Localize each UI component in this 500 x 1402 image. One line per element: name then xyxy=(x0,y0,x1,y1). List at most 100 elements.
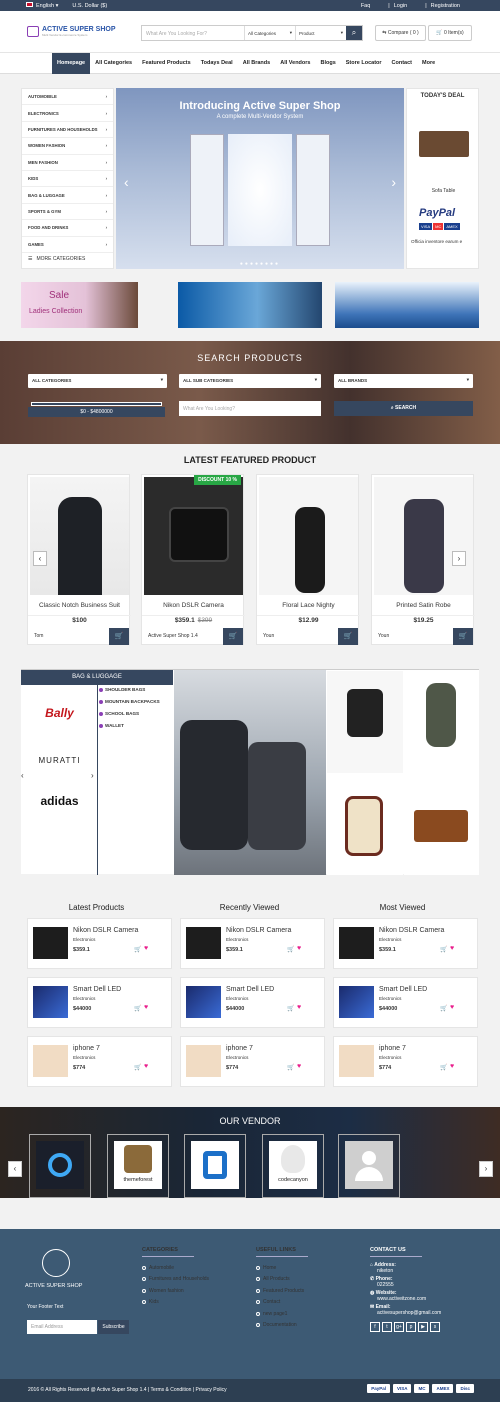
all-brands-select[interactable]: ALL BRANDS xyxy=(334,374,473,388)
footer-link[interactable]: Kids xyxy=(142,1297,209,1309)
deal-item-name[interactable]: Sofa Table xyxy=(407,188,480,194)
cart-icon[interactable]: 🛒 xyxy=(440,1064,447,1071)
vendor-card[interactable] xyxy=(184,1134,246,1198)
currency-selector[interactable]: U.S. Dollar ($) xyxy=(72,3,107,9)
sale-banner[interactable]: Sale Ladies Collection xyxy=(21,282,138,328)
product-vendor[interactable]: Tom xyxy=(34,633,43,639)
category-item[interactable]: FOOD AND DRINKS › xyxy=(22,220,113,237)
more-categories[interactable]: ☰ MORE CATEGORIES xyxy=(22,253,113,265)
search-button[interactable]: ⌕ xyxy=(346,26,362,40)
heart-icon[interactable]: ♥ xyxy=(297,1004,301,1011)
list-item[interactable]: Nikon DSLR Camera Electronics $359.1 🛒 ♥ xyxy=(333,918,478,969)
deal-item-name[interactable]: Officia inventore earum e xyxy=(411,239,477,244)
twitter-icon[interactable]: t xyxy=(382,1322,392,1332)
subcategory-link[interactable]: MOUNTAIN BACKPACKS xyxy=(99,699,160,704)
category-item[interactable]: KIDS › xyxy=(22,171,113,188)
footer-link[interactable]: All Products xyxy=(256,1274,308,1286)
product-image[interactable] xyxy=(374,477,473,595)
wallet-tile[interactable] xyxy=(404,774,479,875)
cart-icon[interactable]: 🛒 xyxy=(440,1005,447,1012)
heart-icon[interactable]: ♥ xyxy=(450,1004,454,1011)
category-select[interactable]: All Categories xyxy=(244,26,295,40)
category-item[interactable]: WOMEN FASHION › xyxy=(22,138,113,155)
tech-banner[interactable] xyxy=(178,282,322,328)
paypal-logo[interactable]: PayPal xyxy=(419,207,469,219)
category-item[interactable]: BAG & LUGGAGE › xyxy=(22,187,113,204)
footer-link[interactable]: new page1 xyxy=(256,1308,308,1320)
type-select[interactable]: Product xyxy=(295,26,346,40)
search-products-button[interactable]: ⌕ SEARCH xyxy=(334,401,473,416)
website-value[interactable]: www.activeitzone.com xyxy=(377,1296,441,1302)
nav-featured-products[interactable]: Featured Products xyxy=(137,53,196,74)
registration-link[interactable]: Registration xyxy=(431,3,460,9)
brand-prev-arrow[interactable]: ‹ xyxy=(21,771,24,780)
vendor-prev-arrow[interactable]: ‹ xyxy=(8,1161,22,1177)
product-image[interactable] xyxy=(144,477,243,595)
vendor-next-arrow[interactable]: › xyxy=(479,1161,493,1177)
product-name[interactable]: Printed Satin Robe xyxy=(372,596,475,616)
hiking-backpack-tile[interactable] xyxy=(404,671,479,773)
heart-icon[interactable]: ♥ xyxy=(144,945,148,952)
nav-homepage[interactable]: Homepage xyxy=(52,53,91,74)
slider-prev-arrow[interactable]: ‹ xyxy=(124,174,129,190)
list-item[interactable]: iphone 7 Electronics $774 🛒 ♥ xyxy=(180,1036,325,1087)
list-item[interactable]: Smart Dell LED Electronics $44000 🛒 ♥ xyxy=(27,977,172,1028)
heart-icon[interactable]: ♥ xyxy=(450,945,454,952)
facebook-icon[interactable]: f xyxy=(370,1322,380,1332)
footer-link[interactable]: Home xyxy=(256,1262,308,1274)
add-to-cart-button[interactable]: 🛒 xyxy=(109,628,129,645)
language-selector[interactable]: English ▾ xyxy=(26,2,58,9)
footer-link[interactable]: Documentation xyxy=(256,1320,308,1332)
heart-icon[interactable]: ♥ xyxy=(297,1063,301,1070)
list-item[interactable]: iphone 7 Electronics $774 🛒 ♥ xyxy=(333,1036,478,1087)
cart-icon[interactable]: 🛒 xyxy=(134,1064,141,1071)
faq-link[interactable]: Faq xyxy=(361,3,370,9)
google-plus-icon[interactable]: g+ xyxy=(394,1322,404,1332)
footer-link[interactable]: Furnitures and Households xyxy=(142,1274,209,1286)
product-vendor[interactable]: Youn xyxy=(378,633,389,639)
heart-icon[interactable]: ♥ xyxy=(144,1004,148,1011)
product-name[interactable]: Nikon DSLR Camera xyxy=(142,596,245,616)
backpack-tile[interactable] xyxy=(327,671,403,773)
product-name[interactable]: Floral Lace Nighty xyxy=(257,596,360,616)
heart-icon[interactable]: ♥ xyxy=(144,1063,148,1070)
item-name[interactable]: iphone 7 xyxy=(379,1045,406,1052)
email-subscribe-input[interactable]: Email Address xyxy=(27,1320,97,1334)
subscribe-button[interactable]: Subscribe xyxy=(98,1320,129,1334)
category-item[interactable]: MEN FASHION › xyxy=(22,155,113,171)
leather-bag-tile[interactable] xyxy=(327,774,403,875)
list-item[interactable]: iphone 7 Electronics $774 🛒 ♥ xyxy=(27,1036,172,1087)
list-item[interactable]: Nikon DSLR Camera Electronics $359.1 🛒 ♥ xyxy=(180,918,325,969)
nav-contact[interactable]: Contact xyxy=(387,53,417,74)
subcategory-link[interactable]: WALLET xyxy=(99,723,124,728)
heart-icon[interactable]: ♥ xyxy=(297,945,301,952)
nav-all-categories[interactable]: All Categories xyxy=(90,53,137,74)
category-item[interactable]: SPORTS & GYM › xyxy=(22,204,113,221)
add-to-cart-button[interactable]: 🛒 xyxy=(338,628,358,645)
price-range-bar[interactable] xyxy=(31,402,162,406)
cart-icon[interactable]: 🛒 xyxy=(287,1064,294,1071)
slider-dots[interactable]: ●●●●●●●● xyxy=(116,261,404,267)
site-logo[interactable]: ACTIVE SUPER SHOP Multi Vendor E-commerc… xyxy=(27,26,116,37)
vendor-card[interactable] xyxy=(338,1134,400,1198)
subcategory-link[interactable]: SHOULDER BAGS xyxy=(99,687,145,692)
compare-button[interactable]: ⇆ Compare ( 0 ) xyxy=(375,25,426,41)
add-to-cart-button[interactable]: 🛒 xyxy=(453,628,473,645)
youtube-icon[interactable]: ▶ xyxy=(418,1322,428,1332)
category-item[interactable]: ELECTRONICS › xyxy=(22,105,113,122)
list-item[interactable]: Nikon DSLR Camera Electronics $359.1 🛒 ♥ xyxy=(27,918,172,969)
product-vendor[interactable]: Youn xyxy=(263,633,274,639)
email-value[interactable]: activesupershop@gmail.com xyxy=(377,1310,441,1316)
product-image[interactable] xyxy=(30,477,129,595)
product-card[interactable]: DISCOUNT 10 % Nikon DSLR Camera $359.1 $3… xyxy=(141,474,245,645)
nav-todays-deal[interactable]: Todays Deal xyxy=(196,53,238,74)
footer-link[interactable]: Featured Products xyxy=(256,1285,308,1297)
list-item[interactable]: Smart Dell LED Electronics $44000 🛒 ♥ xyxy=(180,977,325,1028)
category-item[interactable]: FURNITURES AND HOUSEHOLDS › xyxy=(22,122,113,139)
product-image[interactable] xyxy=(259,477,358,595)
footer-logo-text[interactable]: ACTIVE SUPER SHOP xyxy=(25,1283,82,1289)
sofa-table-image[interactable] xyxy=(419,131,469,157)
item-name[interactable]: Nikon DSLR Camera xyxy=(73,927,138,934)
category-item[interactable]: AUTOMOBILE › xyxy=(22,89,113,106)
heart-icon[interactable]: ♥ xyxy=(450,1063,454,1070)
